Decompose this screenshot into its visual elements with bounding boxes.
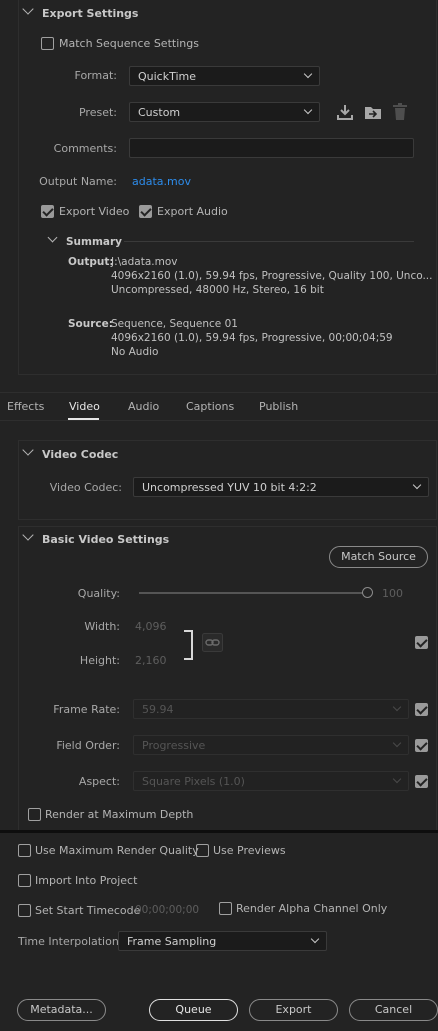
export-settings-title[interactable]: Export Settings [42, 7, 138, 20]
start-timecode-value[interactable]: 00;00;00;00 [135, 904, 199, 916]
panel-separator [0, 830, 438, 833]
set-start-timecode-checkbox[interactable] [18, 904, 31, 917]
match-sequence-checkbox[interactable] [41, 37, 54, 50]
use-previews-checkbox[interactable] [196, 844, 209, 857]
video-codec-label: Video Codec: [49, 481, 122, 494]
summary-output-line-1: J:\adata.mov [111, 256, 178, 268]
comments-label: Comments: [53, 142, 117, 155]
basic-video-title[interactable]: Basic Video Settings [42, 533, 169, 546]
aspect-label: Aspect: [78, 775, 120, 788]
export-audio-checkbox[interactable] [139, 205, 152, 218]
field-order-checkbox[interactable] [415, 739, 428, 752]
summary-title[interactable]: Summary [66, 236, 122, 248]
quality-slider-handle[interactable] [362, 587, 373, 598]
quality-label: Quality: [77, 587, 120, 600]
tabs-top-divider [0, 392, 438, 393]
time-interpolation-label: Time Interpolation: [18, 935, 123, 948]
comments-input[interactable] [129, 138, 414, 158]
render-max-depth-checkbox[interactable] [28, 808, 41, 821]
aspect-value: Square Pixels (1.0) [142, 775, 245, 788]
video-codec-title[interactable]: Video Codec [42, 448, 118, 461]
field-order-select[interactable]: Progressive [133, 735, 409, 755]
field-order-label: Field Order: [56, 739, 120, 752]
aspect-checkbox[interactable] [415, 775, 428, 788]
format-select[interactable]: QuickTime [129, 66, 320, 86]
output-name-label: Output Name: [39, 175, 117, 188]
preset-select[interactable]: Custom [129, 102, 320, 122]
summary-source-label: Source: [68, 318, 113, 330]
chevron-down-icon [310, 934, 320, 944]
use-max-render-quality-checkbox[interactable] [18, 844, 31, 857]
save-preset-icon[interactable] [336, 103, 354, 121]
video-codec-value: Uncompressed YUV 10 bit 4:2:2 [142, 481, 317, 494]
delete-preset-icon[interactable] [392, 102, 408, 121]
tab-publish[interactable]: Publish [259, 400, 298, 413]
chevron-down-icon [392, 774, 402, 784]
summary-output-line-3: Uncompressed, 48000 Hz, Stereo, 16 bit [111, 284, 324, 296]
chevron-down-icon [412, 480, 422, 490]
field-order-value: Progressive [142, 739, 206, 752]
quality-slider-track[interactable] [139, 592, 367, 594]
aspect-select[interactable]: Square Pixels (1.0) [133, 771, 409, 791]
render-alpha-label[interactable]: Render Alpha Channel Only [236, 902, 387, 915]
match-sequence-label[interactable]: Match Sequence Settings [59, 37, 199, 50]
frame-rate-select[interactable]: 59.94 [133, 699, 409, 719]
render-max-depth-label[interactable]: Render at Maximum Depth [45, 808, 193, 821]
tabs-bottom-divider [0, 420, 438, 421]
resize-override-checkbox[interactable] [415, 636, 428, 649]
tab-video[interactable]: Video [69, 400, 100, 413]
set-start-timecode-label[interactable]: Set Start Timecode [35, 904, 140, 917]
frame-rate-label: Frame Rate: [53, 703, 120, 716]
use-max-render-quality-label[interactable]: Use Maximum Render Quality [35, 844, 199, 857]
time-interpolation-select[interactable]: Frame Sampling [118, 931, 327, 951]
use-previews-label[interactable]: Use Previews [213, 844, 286, 857]
render-alpha-checkbox[interactable] [219, 902, 232, 915]
height-label: Height: [79, 654, 120, 667]
tab-audio[interactable]: Audio [128, 400, 159, 413]
export-audio-label[interactable]: Export Audio [157, 205, 228, 218]
import-preset-icon[interactable] [363, 103, 383, 121]
chain-link-icon[interactable] [202, 633, 223, 652]
metadata-button[interactable]: Metadata... [17, 999, 106, 1021]
summary-source-line-1: Sequence, Sequence 01 [111, 318, 238, 330]
match-source-button[interactable]: Match Source [329, 546, 428, 568]
video-codec-select[interactable]: Uncompressed YUV 10 bit 4:2:2 [133, 477, 429, 497]
width-label: Width: [84, 620, 120, 633]
cancel-button[interactable]: Cancel [349, 999, 438, 1021]
tab-effects[interactable]: Effects [7, 400, 44, 413]
chevron-down-icon [392, 738, 402, 748]
export-video-label[interactable]: Export Video [59, 205, 129, 218]
import-into-project-checkbox[interactable] [18, 874, 31, 887]
summary-output-label: Output: [68, 256, 114, 268]
chevron-down-icon [303, 69, 313, 79]
summary-source-line-2: 4096x2160 (1.0), 59.94 fps, Progressive,… [111, 332, 393, 344]
preset-value: Custom [138, 106, 181, 119]
summary-source-line-3: No Audio [111, 346, 159, 358]
format-label: Format: [74, 69, 117, 82]
height-value[interactable]: 2,160 [135, 654, 167, 667]
format-value: QuickTime [138, 70, 197, 83]
import-into-project-label[interactable]: Import Into Project [35, 874, 137, 887]
summary-output-line-2: 4096x2160 (1.0), 59.94 fps, Progressive,… [111, 270, 433, 282]
aspect-lock-bracket [184, 630, 193, 660]
chevron-down-icon [303, 105, 313, 115]
width-value[interactable]: 4,096 [135, 620, 167, 633]
frame-rate-checkbox[interactable] [415, 703, 428, 716]
output-name-link[interactable]: adata.mov [132, 175, 191, 188]
quality-value[interactable]: 100 [382, 587, 403, 600]
tab-captions[interactable]: Captions [186, 400, 234, 413]
chevron-down-icon [392, 702, 402, 712]
preset-label: Preset: [78, 106, 117, 119]
summary-divider [124, 241, 414, 242]
frame-rate-value: 59.94 [142, 703, 174, 716]
export-video-checkbox[interactable] [41, 205, 54, 218]
time-interpolation-value: Frame Sampling [127, 935, 217, 948]
export-button[interactable]: Export [249, 999, 338, 1021]
queue-button[interactable]: Queue [149, 999, 238, 1021]
